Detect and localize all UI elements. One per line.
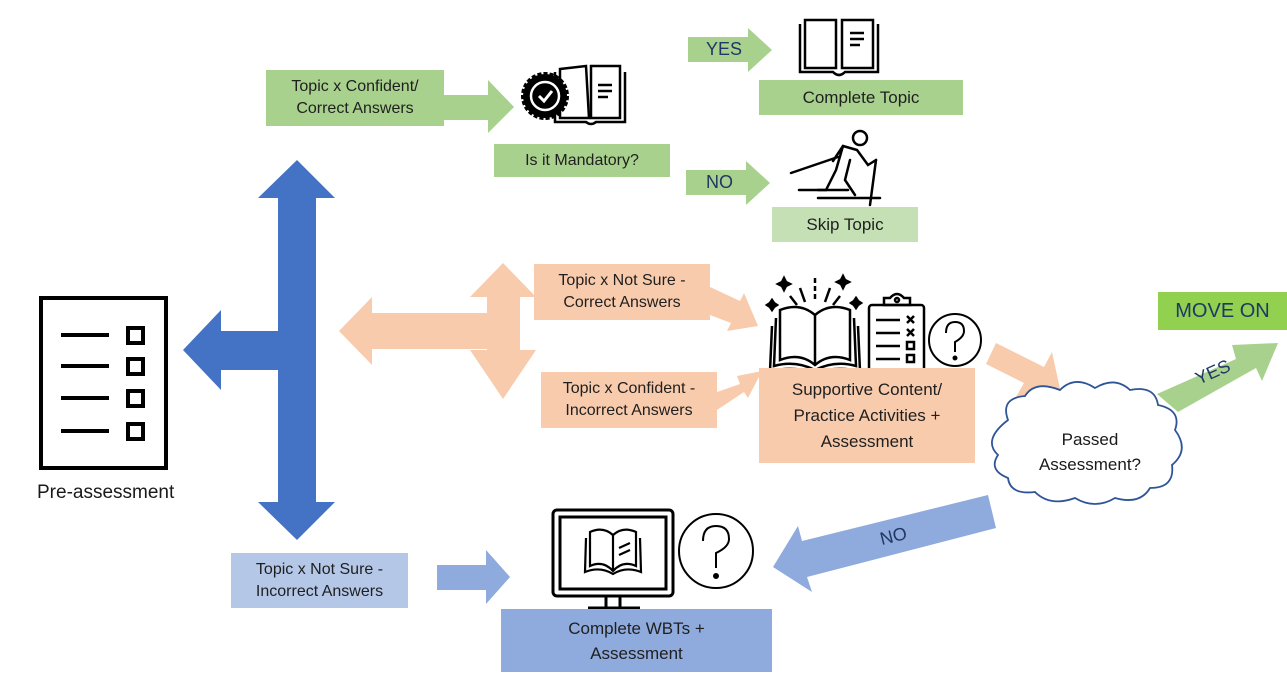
sparkling-book-icon	[764, 273, 864, 375]
question-circle-icon	[928, 313, 982, 367]
certified-book-icon	[521, 64, 627, 126]
complete-topic-box: Complete Topic	[759, 80, 963, 115]
monitor-book-icon	[551, 508, 675, 610]
no-label: NO	[706, 172, 733, 192]
green-arrow-to-mandatory	[444, 80, 514, 133]
not-sure-correct-box: Topic x Not Sure - Correct Answers	[534, 264, 710, 320]
skier-icon	[789, 129, 882, 207]
blue-arrow-to-wbt	[437, 550, 510, 604]
supportive-content-box: Supportive Content/ Practice Activities …	[759, 368, 975, 463]
not-sure-incorrect-box: Topic x Not Sure - Incorrect Answers	[231, 553, 408, 608]
peach-arrow-upper	[710, 287, 758, 331]
flow-diagram	[39, 18, 1278, 610]
question-circle-icon	[678, 513, 754, 589]
peach-branch-arrow	[339, 263, 536, 399]
complete-wbts-box: Complete WBTs + Assessment	[501, 609, 772, 672]
blue-branch-arrow	[183, 160, 335, 540]
passed-assessment-label: Passed Assessment?	[1038, 430, 1142, 474]
confident-correct-box: Topic x Confident/ Correct Answers	[266, 70, 444, 126]
checklist-icon	[39, 296, 168, 470]
peach-arrow-lower	[717, 371, 762, 410]
yes-label: YES	[706, 39, 743, 59]
open-book-icon	[798, 18, 880, 77]
move-on-box: MOVE ON	[1158, 292, 1287, 330]
is-mandatory-box: Is it Mandatory?	[494, 144, 670, 177]
clipboard-checklist-icon	[867, 292, 926, 373]
confident-incorrect-box: Topic x Confident - Incorrect Answers	[541, 372, 717, 428]
pre-assessment-label: Pre-assessment	[37, 482, 175, 503]
skip-topic-box: Skip Topic	[772, 207, 918, 242]
